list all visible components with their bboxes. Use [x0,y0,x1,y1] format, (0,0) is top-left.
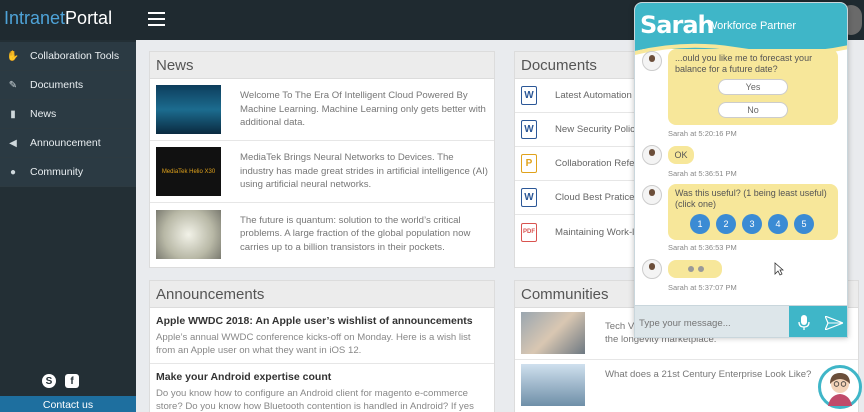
news-item[interactable]: Welcome To The Era Of Intelligent Cloud … [150,79,494,141]
rating-button-4[interactable]: 4 [768,214,788,234]
news-thumbnail: MediaTek Helio X30 [156,147,221,196]
sidebar-item-news[interactable]: ▮ News [0,100,136,129]
chatbot-launcher-avatar[interactable] [818,365,862,409]
thumbnail-label: MediaTek Helio X30 [161,168,216,175]
community-thumbnail [521,312,585,354]
facebook-icon[interactable]: f [65,374,79,388]
sidebar-item-community[interactable]: ● Community [0,158,136,187]
announcements-panel: Announcements Apple WWDC 2018: An Apple … [149,280,495,412]
sidebar-item-label: Community [30,166,84,178]
document-label: Collaboration Refe [555,158,635,169]
announcement-title[interactable]: Apple WWDC 2018: An Apple user’s wishlis… [150,308,494,327]
rating-button-5[interactable]: 5 [794,214,814,234]
megaphone-icon: ◀ [9,137,17,149]
message-timestamp: Sarah at 5:37:07 PM [668,283,737,292]
file-icon: ▮ [10,108,16,120]
news-panel: News Welcome To The Era Of Intelligent C… [149,51,495,268]
document-label: New Security Policy [555,124,640,135]
chat-input-bar [635,305,847,337]
document-item[interactable]: W New Security Policy [515,113,643,147]
bot-message-text: Was this useful? (1 being least useful) … [675,188,827,209]
bot-avatar [642,259,662,279]
community-thumbnail [521,364,585,406]
news-thumbnail [156,85,221,134]
sidebar-item-label: Collaboration Tools [30,50,120,62]
community-text: What does a 21st Century Enterprise Look… [605,369,812,380]
document-item[interactable]: PDF Maintaining Work-l [515,215,643,249]
chat-agent-role: Workforce Partner [707,20,797,32]
document-item[interactable]: P Collaboration Refe [515,147,643,181]
word-doc-icon: W [521,86,537,105]
rating-button-1[interactable]: 1 [690,214,710,234]
bot-avatar [642,51,662,71]
announcements-title: Announcements [150,281,494,308]
social-links: S f [42,374,79,388]
handshake-icon: ✋ [6,50,20,62]
community-item[interactable]: What does a 21st Century Enterprise Look… [515,360,858,412]
news-thumbnail [156,209,221,259]
chat-agent-name: Sarah [640,11,715,39]
document-label: Latest Automation [555,90,632,101]
word-doc-icon: W [521,120,537,139]
news-item-text: MediaTek Brings Neural Networks to Devic… [240,152,488,191]
news-item-text: Welcome To The Era Of Intelligent Cloud … [240,90,486,129]
document-item[interactable]: W Cloud Best Pratices [515,181,643,215]
user-message-bubble: OK [668,146,694,164]
users-icon: ● [9,166,17,178]
word-doc-icon: W [521,188,537,207]
rating-button-3[interactable]: 3 [742,214,762,234]
announcement-title[interactable]: Make your Android expertise count [150,364,494,383]
skype-icon[interactable]: S [42,374,56,388]
documents-panel: Documents W Latest Automation W New Secu… [514,51,644,268]
chat-widget: Sarah Workforce Partner ...ould you like… [634,2,848,338]
brand-logo[interactable]: IntranetPortal [4,8,112,29]
no-button[interactable]: No [718,102,788,118]
announcement-body: Apple’s annual WWDC conference kicks-off… [156,332,471,356]
brand-part2: Portal [65,8,113,28]
news-item-text: The future is quantum: solution to the w… [240,214,471,253]
typing-indicator [668,260,722,278]
message-timestamp: Sarah at 5:20:16 PM [668,129,737,138]
brand-part1: Intranet [4,8,66,28]
mouse-cursor-icon [774,262,784,276]
send-icon[interactable] [819,306,847,337]
sidebar-item-label: News [30,108,57,120]
sidebar-item-documents[interactable]: ✎ Documents [0,71,136,100]
documents-title: Documents [515,52,643,79]
news-item[interactable]: MediaTek Helio X30 MediaTek Brings Neura… [150,141,494,203]
sidebar-item-announcement[interactable]: ◀ Announcement [0,129,136,158]
document-label: Cloud Best Pratices [555,192,640,203]
bot-avatar [642,145,662,165]
chat-message-input[interactable] [639,315,785,331]
message-timestamp: Sarah at 5:36:51 PM [668,169,737,178]
announcement-body: Do you know how to configure an Android … [156,388,474,412]
yes-button[interactable]: Yes [718,79,788,95]
sidebar-item-collaboration-tools[interactable]: ✋ Collaboration Tools [0,42,136,71]
news-item[interactable]: The future is quantum: solution to the w… [150,203,494,265]
sidebar-item-label: Documents [30,79,84,91]
message-timestamp: Sarah at 5:36:53 PM [668,243,737,252]
powerpoint-doc-icon: P [521,154,537,173]
document-item[interactable]: W Latest Automation [515,79,643,113]
contact-us-link[interactable]: Contact us [0,396,136,412]
rating-button-2[interactable]: 2 [716,214,736,234]
pdf-doc-icon: PDF [521,222,537,242]
microphone-icon[interactable] [789,306,819,337]
bot-message-text: ...ould you like me to forecast your bal… [675,53,813,74]
hamburger-menu-icon[interactable] [148,12,165,26]
edit-icon: ✎ [8,79,18,91]
sidebar-item-label: Announcement [30,137,101,149]
bot-avatar [642,185,662,205]
sidebar: ✋ Collaboration Tools ✎ Documents ▮ News… [0,40,136,412]
document-label: Maintaining Work-l [555,226,635,238]
news-title: News [150,52,494,79]
